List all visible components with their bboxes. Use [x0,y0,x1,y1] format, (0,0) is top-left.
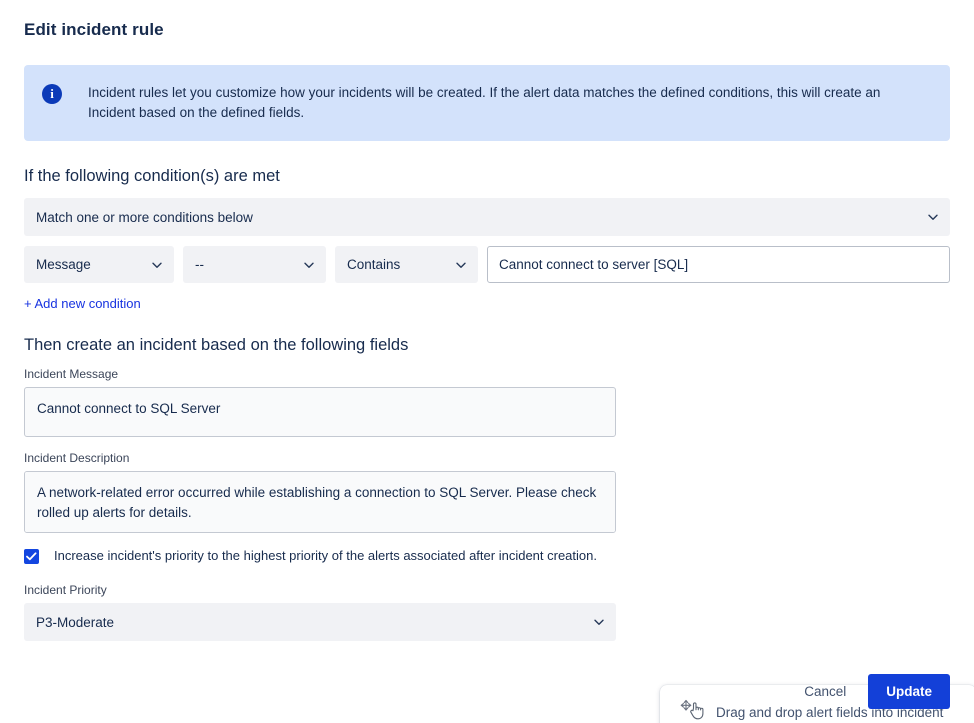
page-title: Edit incident rule [24,20,164,39]
condition-operator-value: Contains [347,257,401,272]
condition-row: Message -- Contains [24,246,950,283]
increase-priority-checkbox[interactable] [24,549,39,564]
incident-priority-block: Incident Priority P3-Moderate [24,583,950,641]
condition-operator-select[interactable]: Contains [335,246,478,283]
fields-heading: Then create an incident based on the fol… [24,336,409,354]
info-circle-icon: i [42,84,62,104]
edit-incident-rule-page: Edit incident rule i Incident rules let … [0,0,974,723]
add-new-condition-link[interactable]: + Add new condition [24,296,141,311]
incident-description-input[interactable]: A network-related error occurred while e… [24,471,616,533]
condition-value-input[interactable] [487,246,950,283]
incident-message-label: Incident Message [24,367,119,381]
form-footer: Cancel Update [792,674,950,709]
update-button[interactable]: Update [868,674,950,709]
incident-description-block: Incident Description A network-related e… [24,451,616,533]
info-banner: i Incident rules let you customize how y… [24,65,950,141]
chevron-down-icon [303,259,315,271]
match-conditions-value: Match one or more conditions below [36,209,253,225]
condition-field-select[interactable]: Message [24,246,174,283]
chevron-down-icon [455,259,467,271]
info-banner-text: Incident rules let you customize how you… [88,85,881,120]
incident-priority-label: Incident Priority [24,583,107,597]
conditions-heading: If the following condition(s) are met [24,167,280,185]
chevron-down-icon [593,616,605,628]
condition-key-select[interactable]: -- [183,246,326,283]
condition-field-value: Message [36,257,91,272]
drag-move-hand-icon [678,699,708,723]
match-conditions-select[interactable]: Match one or more conditions below [24,198,950,236]
chevron-down-icon [927,211,939,223]
chevron-down-icon [151,259,163,271]
incident-priority-select[interactable]: P3-Moderate [24,603,616,641]
increase-priority-label: Increase incident's priority to the high… [54,548,597,563]
incident-message-input[interactable]: Cannot connect to SQL Server [24,387,616,437]
incident-description-label: Incident Description [24,451,130,465]
incident-priority-value: P3-Moderate [36,614,115,630]
increase-priority-row[interactable]: Increase incident's priority to the high… [24,547,616,565]
cancel-button[interactable]: Cancel [792,675,858,708]
incident-message-block: Incident Message Cannot connect to SQL S… [24,367,616,437]
condition-key-value: -- [195,257,204,272]
incident-fields-section: Then create an incident based on the fol… [24,313,974,723]
